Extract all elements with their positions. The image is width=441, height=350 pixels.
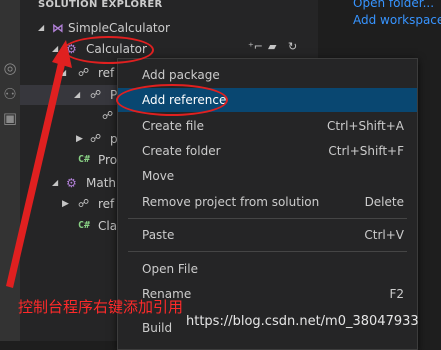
annotation-arrow-shaft	[6, 54, 67, 288]
watermark: https://blog.csdn.net/m0_38047933	[186, 314, 419, 329]
annotation-arrow	[6, 40, 72, 288]
annotation-text: 控制台程序右键添加引用	[18, 298, 184, 316]
annotation-arrow-head	[52, 40, 72, 68]
